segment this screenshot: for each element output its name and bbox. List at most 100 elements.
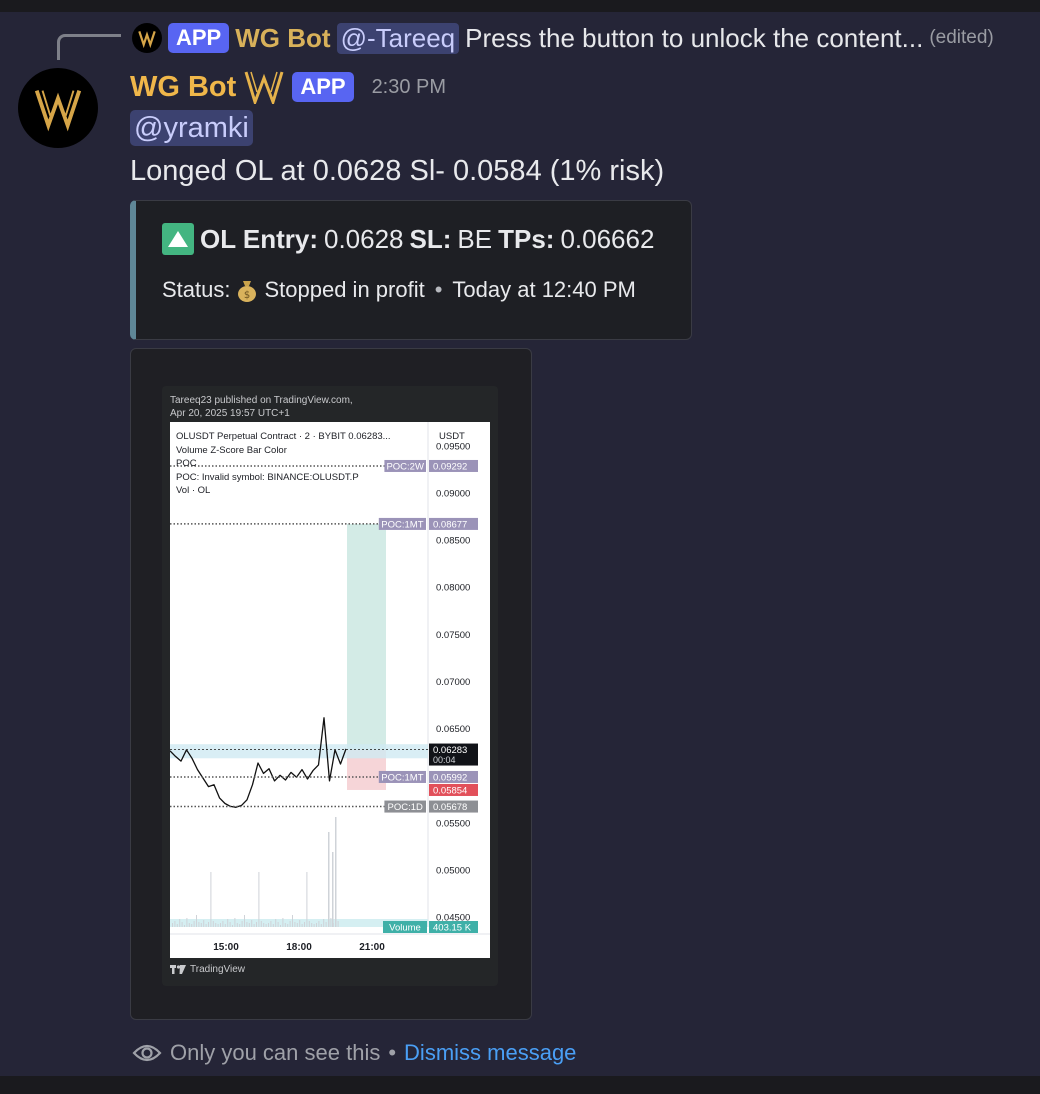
volume-bar [203,920,205,927]
wg-emblem-icon [244,71,284,104]
volume-bar [313,924,315,927]
volume-bar [294,922,296,927]
legend-line: Vol · OL [176,485,211,496]
volume-bar [282,918,284,927]
status-label: Status: [162,277,231,302]
volume-bar [325,922,327,927]
edited-label: (edited) [929,27,994,48]
volume-bar [193,921,195,927]
volume-bar [184,925,185,927]
tradingview-logo-icon [170,965,186,974]
reply-author-name[interactable]: WG Bot [235,23,330,54]
svg-text:$: $ [244,290,250,301]
volume-bar [287,924,289,927]
level-sub-text: 00:04 [433,755,456,765]
mention-line: @yramki [130,110,253,146]
reply-text[interactable]: Press the button to unlock the content..… [465,23,923,54]
volume-bar [280,925,281,927]
entry-band [170,744,428,759]
author-name[interactable]: WG Bot [130,71,236,104]
y-tick-label: 0.07500 [436,630,470,641]
volume-bar [311,923,313,927]
volume-bar [284,923,286,927]
volume-bar [239,924,241,927]
volume-bar [272,924,274,927]
up-arrow-icon [162,223,194,255]
y-tick-label: 0.05000 [436,865,470,876]
volume-bar [220,923,221,927]
price-chart: USDT 0.09500 0.09000 0.08500 0.08000 0.07500 0… [170,422,490,958]
level-label-text: POC:1D [388,802,424,813]
sl-value: BE [457,223,493,254]
level-value-text: 0.05854 [433,785,467,796]
volume-bar [323,919,325,927]
volume-bar [198,922,200,927]
status-value: Stopped in profit [264,277,425,302]
volume-bar [191,924,193,927]
message-content: Longed OL at 0.0628 Sl- 0.0584 (1% risk) [130,155,665,187]
volume-bar [320,924,322,927]
eye-icon [132,1044,162,1062]
volume-bar [337,921,339,927]
volume-bar [208,922,209,927]
ephemeral-notice: Only you can see this [170,1040,381,1065]
reply-avatar[interactable] [132,23,162,53]
volume-bar [241,921,243,927]
author-avatar[interactable] [18,68,98,148]
volume-bar [196,915,197,927]
volume-bar [270,921,272,927]
volume-bar [229,922,231,927]
volume-bar [296,923,298,927]
user-mention[interactable]: @yramki [130,110,253,146]
level-value-text: 0.05992 [433,772,467,783]
volume-bar [188,923,190,927]
tps-value: 0.06662 [560,223,655,254]
volume-bar [275,919,277,927]
reply-preview[interactable]: APP WG Bot @-Tareeq Press the button to … [132,20,994,56]
volume-bar [200,923,202,927]
message-header: WG Bot APP 2:30 PM [130,68,446,106]
status-separator: • [434,277,443,302]
level-label-text: POC:1MT [381,519,423,530]
price-line [170,717,347,808]
volume-bar [301,924,303,927]
y-tick-label: 0.07000 [436,677,470,688]
legend-line: POC: Invalid symbol: BINANCE:OLUSDT.P [176,471,359,483]
volume-bar [227,919,229,927]
message-timestamp[interactable]: 2:30 PM [372,76,446,99]
volume-bar [251,920,253,927]
volume-bar [299,920,301,927]
volume-bar [205,924,207,927]
volume-bar [186,918,188,927]
y-tick-label: 0.08000 [436,583,470,594]
volume-bar [304,922,305,927]
volume-bar [256,922,257,927]
volume-bar [172,923,173,927]
reply-mention[interactable]: @-Tareeq [336,22,460,54]
dismiss-message-link[interactable]: Dismiss message [404,1040,576,1066]
y-tick-label: 0.06500 [436,724,470,735]
published-line-2: Apr 20, 2025 19:57 UTC+1 [170,408,290,419]
volume-bar [292,915,293,927]
volume-bar [174,921,176,927]
ephemeral-footer: Only you can see this • Dismiss message [132,1038,576,1068]
app-tag: APP [292,72,354,102]
volume-bar [210,872,212,927]
profit-zone [347,523,386,750]
volume-bar [212,921,214,927]
level-value-text: 0.09292 [433,461,467,472]
y-tick-label: 0.09500 [436,441,470,452]
volume-bar [253,924,255,927]
level-value-text: 0.05678 [433,802,467,813]
volume-bar [176,924,178,927]
volume-bar [179,919,181,927]
volume-bar [232,925,233,927]
volume-bar [308,921,310,927]
volume-bar [332,852,334,927]
trade-summary: OL Entry: 0.0628 SL: BE TPs: 0.06662 [162,223,654,255]
y-tick-label: 0.05500 [436,818,470,829]
volume-bar [234,918,236,927]
chart-legend: OLUSDT Perpetual Contract · 2 · BYBIT 0.… [176,430,391,498]
volume-bar [263,923,265,927]
volume-bar [265,924,267,927]
